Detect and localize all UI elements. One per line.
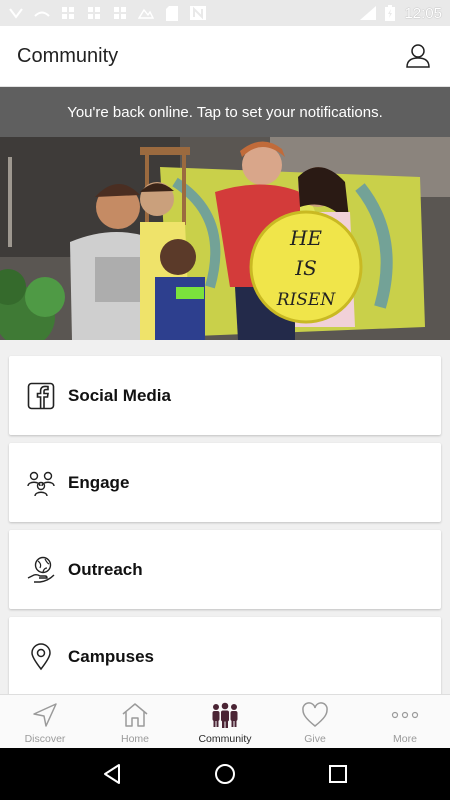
home-nav-button[interactable] (205, 754, 245, 794)
tab-label: Discover (24, 733, 66, 745)
grid-app-icon-2 (86, 6, 102, 20)
back-button[interactable] (92, 754, 132, 794)
system-indicators: 12:05 (360, 5, 442, 22)
banner-text: You're back online. Tap to set your noti… (67, 103, 383, 121)
tab-label: Give (304, 733, 326, 745)
menu-item-label: Social Media (68, 385, 171, 405)
heart-icon (300, 700, 330, 730)
battery-icon (382, 5, 398, 21)
signal-icon (360, 6, 377, 20)
download-icon (8, 6, 24, 20)
sign-text-risen: RISEN (276, 290, 337, 310)
user-icon (406, 44, 430, 68)
sign-text-is: IS (294, 256, 317, 280)
notification-icons (8, 5, 206, 21)
tab-community[interactable]: Community (180, 695, 270, 748)
app-header: Community (0, 26, 450, 87)
n-app-icon (190, 6, 206, 20)
tab-label: Home (120, 733, 149, 745)
sd-card-icon (164, 5, 180, 21)
tab-discover[interactable]: Discover (0, 695, 90, 748)
clock: 12:05 (404, 4, 442, 22)
tab-more[interactable]: More (360, 695, 450, 748)
people-group-icon (26, 468, 56, 498)
back-triangle-icon (103, 764, 120, 784)
facebook-icon (26, 381, 56, 411)
recents-button[interactable] (318, 754, 358, 794)
online-notification-banner[interactable]: You're back online. Tap to set your noti… (0, 87, 450, 137)
home-icon (120, 700, 150, 730)
menu-item-social-media[interactable]: Social Media (9, 356, 441, 435)
profile-button[interactable] (403, 41, 433, 71)
menu-item-label: Campuses (68, 646, 154, 666)
menu-item-engage[interactable]: Engage (9, 443, 441, 522)
grid-app-icon (60, 6, 76, 20)
menu-item-label: Engage (68, 472, 130, 492)
location-pin-icon (26, 642, 56, 672)
community-menu: Social Media Engage Outreach Campuses (0, 340, 450, 694)
tab-label: Community (198, 733, 252, 745)
globe-hand-icon (26, 555, 56, 585)
grid-app-icon-3 (112, 6, 128, 20)
community-icon (210, 700, 240, 730)
tab-give[interactable]: Give (270, 695, 360, 748)
sign-text-he: HE (289, 226, 322, 250)
tab-home[interactable]: Home (90, 695, 180, 748)
menu-item-label: Outreach (68, 559, 143, 579)
status-bar: 12:05 (0, 0, 450, 26)
page-title: Community (17, 44, 119, 67)
home-circle-icon (214, 764, 235, 784)
hero-image: HE IS RISEN (0, 137, 450, 340)
bottom-tab-bar: Discover Home Community Give More (0, 694, 450, 748)
menu-item-campuses[interactable]: Campuses (9, 617, 441, 694)
menu-item-outreach[interactable]: Outreach (9, 530, 441, 609)
recents-square-icon (329, 765, 348, 783)
more-dots-icon (390, 700, 420, 730)
tab-label: More (393, 733, 417, 745)
system-navigation-bar (0, 748, 450, 800)
missed-call-icon (34, 6, 50, 20)
navigation-arrow-icon (30, 700, 60, 730)
mountain-icon (138, 6, 154, 20)
